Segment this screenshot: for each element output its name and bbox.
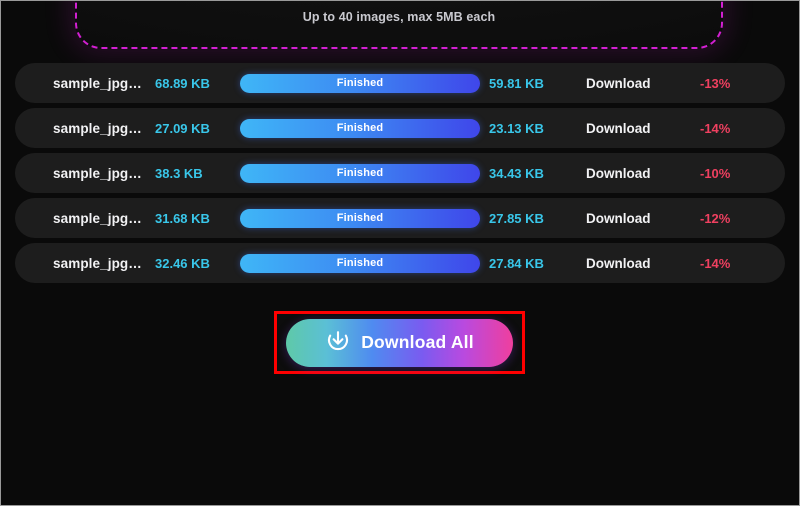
progress-status-label: Finished bbox=[336, 77, 384, 89]
original-size: 27.09 KB bbox=[155, 120, 210, 136]
table-row: sample_jpg… 27.09 KB Finished 23.13 KB Downl… bbox=[15, 108, 785, 148]
download-all-highlight-box: Download All bbox=[274, 311, 525, 374]
download-all-label: Download All bbox=[361, 332, 474, 352]
original-size: 38.3 KB bbox=[155, 165, 203, 181]
progress-bar: Finished bbox=[240, 253, 480, 273]
download-link[interactable]: Download bbox=[586, 76, 696, 91]
progress-status-label: Finished bbox=[336, 167, 384, 179]
download-link[interactable]: Download bbox=[586, 166, 696, 181]
table-row: sample_jpg… 68.89 KB Finished 59.81 KB Downl… bbox=[15, 63, 785, 103]
progress-status-label: Finished bbox=[336, 122, 384, 134]
download-link[interactable]: Download bbox=[586, 256, 696, 271]
progress-status-label: Finished bbox=[336, 212, 384, 224]
savings-badge: -10% bbox=[700, 165, 731, 181]
file-list: sample_jpg… 68.89 KB Finished 59.81 KB Downl… bbox=[1, 63, 799, 288]
savings-badge: -14% bbox=[700, 255, 731, 271]
download-link[interactable]: Download bbox=[586, 211, 696, 226]
savings-badge: -14% bbox=[700, 120, 731, 136]
savings-badge: -12% bbox=[700, 210, 731, 226]
progress-bar: Finished bbox=[240, 208, 480, 228]
savings-badge: -13% bbox=[700, 75, 731, 91]
download-all-button[interactable]: Download All bbox=[286, 318, 513, 367]
table-row: sample_jpg… 31.68 KB Finished 27.85 KB Downl… bbox=[15, 198, 785, 238]
download-link[interactable]: Download bbox=[586, 121, 696, 136]
dropzone-hint-text: Up to 40 images, max 5MB each bbox=[302, 10, 496, 24]
table-row: sample_jpg… 32.46 KB Finished 27.84 KB Downl… bbox=[15, 243, 785, 283]
compressed-size: 27.84 KB bbox=[489, 255, 544, 271]
compressed-size: 34.43 KB bbox=[489, 165, 544, 181]
progress-bar: Finished bbox=[240, 73, 480, 93]
original-size: 31.68 KB bbox=[155, 210, 210, 226]
progress-bar: Finished bbox=[240, 118, 480, 138]
original-size: 32.46 KB bbox=[155, 255, 210, 271]
table-row: sample_jpg… 38.3 KB Finished 34.43 KB Downlo… bbox=[15, 153, 785, 193]
compressed-size: 59.81 KB bbox=[489, 75, 544, 91]
upload-dropzone[interactable]: Up to 40 images, max 5MB each bbox=[75, 1, 723, 49]
download-circle-icon bbox=[325, 328, 351, 357]
original-size: 68.89 KB bbox=[155, 75, 210, 91]
progress-status-label: Finished bbox=[336, 257, 384, 269]
progress-bar: Finished bbox=[240, 163, 480, 183]
compressed-size: 27.85 KB bbox=[489, 210, 544, 226]
image-compressor-app: Up to 40 images, max 5MB each sample_jpg… bbox=[1, 1, 799, 505]
compressed-size: 23.13 KB bbox=[489, 120, 544, 136]
